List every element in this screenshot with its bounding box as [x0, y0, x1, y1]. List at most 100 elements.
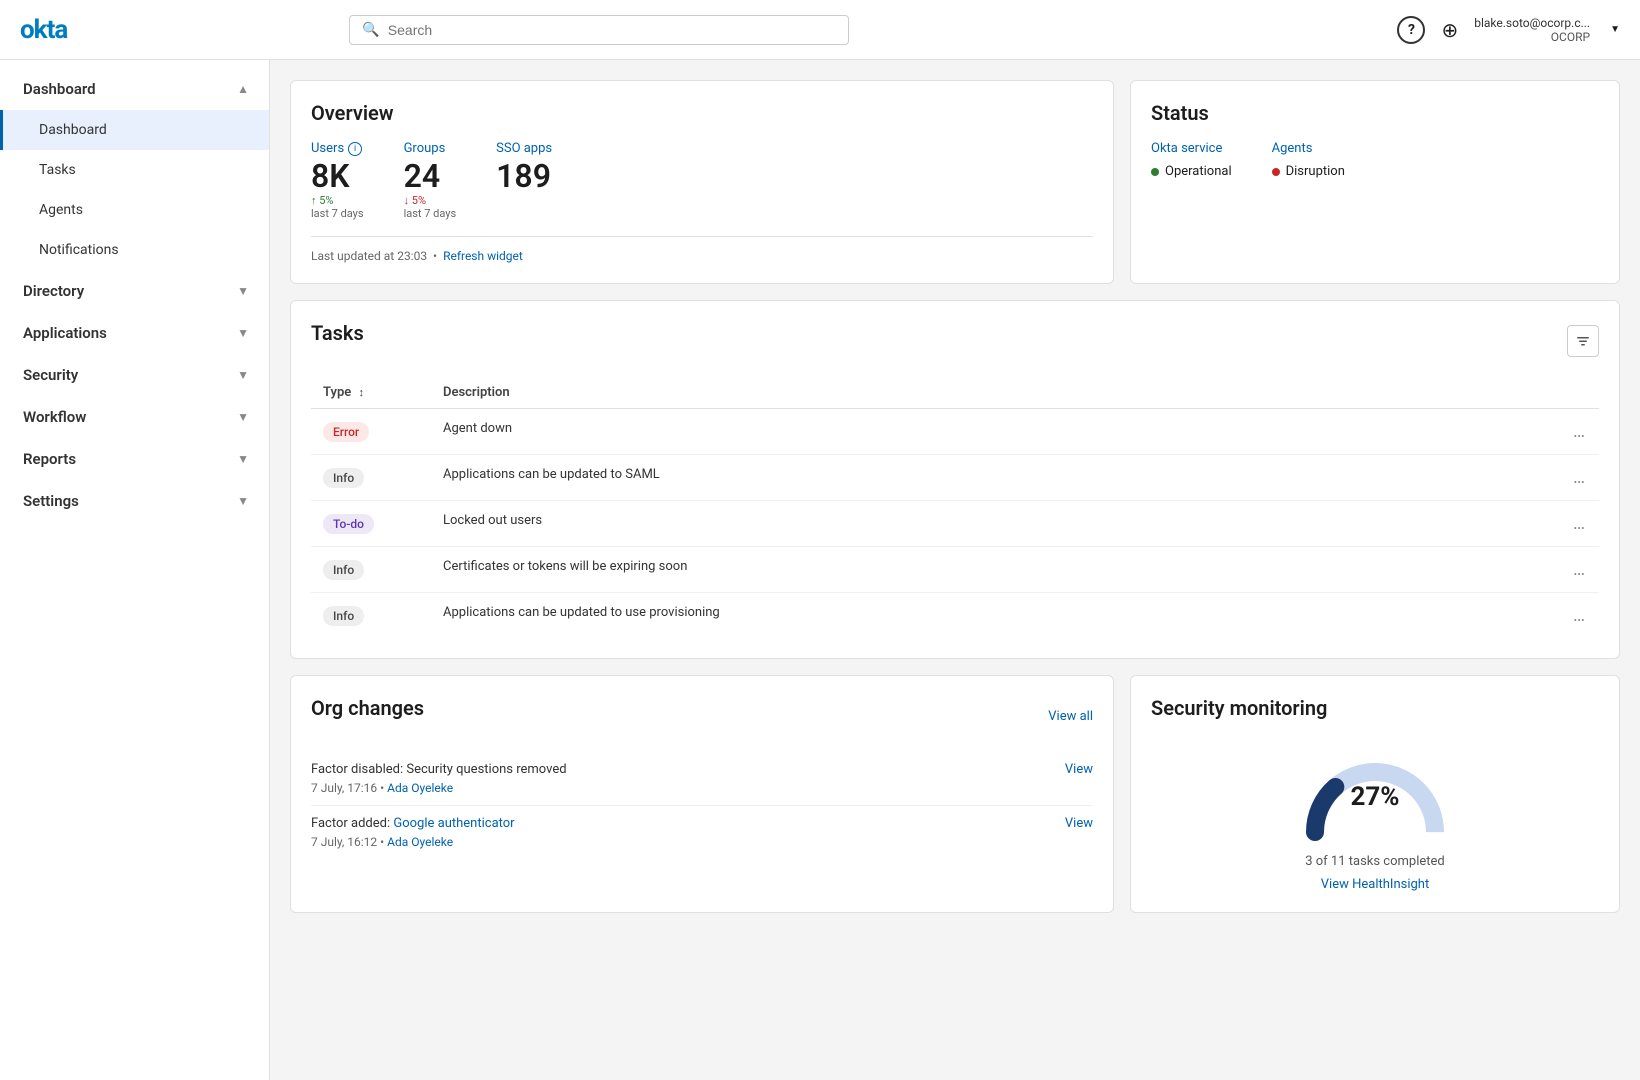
sidebar-item-reports[interactable]: Reports ▼: [0, 438, 269, 480]
task-description-cell: Certificates or tokens will be expiring …: [431, 547, 1599, 593]
donut-percentage: 27%: [1350, 782, 1399, 812]
logo: okta: [20, 15, 67, 45]
sidebar-settings-label: Settings: [23, 492, 79, 510]
view-healthinsight-link[interactable]: View HealthInsight: [1321, 877, 1429, 892]
users-stat: Users i 8K ↑ 5% last 7 days: [311, 141, 364, 220]
table-row: Info Certificates or tokens will be expi…: [311, 547, 1599, 593]
sidebar-item-agents[interactable]: Agents: [0, 190, 269, 230]
org-entry-meta: 7 July, 17:16 • Ada Oyeleke: [311, 781, 1093, 795]
agents-status-row: Disruption: [1272, 164, 1345, 179]
status-agents-col: Agents Disruption: [1272, 141, 1345, 179]
users-value: 8K: [311, 160, 364, 192]
bottom-row: Org changes View all Factor disabled: Se…: [290, 675, 1620, 913]
groups-label: Groups: [404, 141, 457, 156]
tasks-card: Tasks Type ↕ Description Error Agent dow…: [290, 300, 1620, 659]
sidebar-item-notifications[interactable]: Notifications: [0, 230, 269, 270]
security-monitoring-card: Security monitoring 27% 3 of 11 tasks co…: [1130, 675, 1620, 913]
nav-right: ? ⊕ blake.soto@ocorp.c... OCORP ▼: [1397, 16, 1620, 44]
sidebar: Dashboard ▲ Dashboard Tasks Agents Notif…: [0, 60, 270, 1080]
users-change: ↑ 5%: [311, 194, 364, 207]
topnav: okta 🔍 ? ⊕ blake.soto@ocorp.c... OCORP ▼: [0, 0, 1640, 60]
apps-icon[interactable]: ⊕: [1441, 18, 1458, 42]
sidebar-item-settings[interactable]: Settings ▼: [0, 480, 269, 522]
org-entry-author-link[interactable]: Ada Oyeleke: [387, 781, 453, 795]
table-row: Info Applications can be updated to SAML…: [311, 455, 1599, 501]
sidebar-tasks-label: Tasks: [39, 162, 76, 178]
security-sub-text: 3 of 11 tasks completed: [1305, 854, 1445, 869]
overview-title: Overview: [311, 101, 1093, 125]
task-type-cell: Info: [311, 593, 431, 639]
filter-button[interactable]: [1567, 325, 1599, 357]
org-entry-text: Factor added: Google authenticator: [311, 816, 515, 831]
logo-text: okta: [20, 15, 67, 45]
security-chart-area: 27% 3 of 11 tasks completed View HealthI…: [1151, 736, 1599, 892]
table-row: Info Applications can be updated to use …: [311, 593, 1599, 639]
task-ellipsis-button[interactable]: …: [1573, 467, 1587, 488]
overview-card: Overview Users i 8K ↑ 5% last 7 days Gro…: [290, 80, 1114, 284]
user-menu[interactable]: blake.soto@ocorp.c... OCORP: [1474, 16, 1590, 44]
users-link[interactable]: Users: [311, 141, 344, 156]
sidebar-item-directory[interactable]: Directory ▼: [0, 270, 269, 312]
sso-link[interactable]: SSO apps: [496, 141, 552, 156]
status-okta-col: Okta service Operational: [1151, 141, 1232, 179]
sidebar-item-workflow[interactable]: Workflow ▼: [0, 396, 269, 438]
task-ellipsis-button[interactable]: …: [1573, 559, 1587, 580]
org-entry-main: Factor added: Google authenticator View: [311, 816, 1093, 831]
sidebar-item-dashboard[interactable]: Dashboard: [0, 110, 269, 150]
sidebar-item-tasks[interactable]: Tasks: [0, 150, 269, 190]
org-entry-link[interactable]: Google authenticator: [393, 816, 514, 831]
org-entries: Factor disabled: Security questions remo…: [311, 752, 1093, 859]
org-header: Org changes View all: [311, 696, 1093, 736]
sso-label: SSO apps: [496, 141, 552, 156]
task-type-cell: Info: [311, 547, 431, 593]
reports-caret-icon: ▼: [237, 452, 249, 466]
sso-stat: SSO apps 189: [496, 141, 552, 192]
search-bar: 🔍: [349, 15, 849, 45]
tasks-header: Tasks: [311, 321, 1599, 361]
groups-link[interactable]: Groups: [404, 141, 446, 156]
search-icon: 🔍: [362, 22, 379, 38]
users-info-icon: i: [348, 142, 362, 156]
user-caret-icon: ▼: [1610, 24, 1620, 35]
sidebar-agents-label: Agents: [39, 202, 83, 218]
sidebar-notifications-label: Notifications: [39, 242, 119, 258]
task-type-cell: Info: [311, 455, 431, 501]
task-type-cell: To-do: [311, 501, 431, 547]
view-all-link[interactable]: View all: [1048, 709, 1093, 724]
sso-value: 189: [496, 160, 552, 192]
search-input[interactable]: [388, 22, 837, 38]
settings-caret-icon: ▼: [237, 494, 249, 508]
org-entry-view-link[interactable]: View: [1065, 816, 1093, 831]
directory-caret-icon: ▼: [237, 284, 249, 298]
users-label: Users i: [311, 141, 364, 156]
task-description-cell: Locked out users …: [431, 501, 1599, 547]
sort-icon: ↕: [359, 386, 365, 399]
agents-status-text: Disruption: [1286, 164, 1345, 179]
org-entry-view-link[interactable]: View: [1065, 762, 1093, 777]
security-caret-icon: ▼: [237, 368, 249, 382]
help-button[interactable]: ?: [1397, 16, 1425, 44]
agents-status-dot: [1272, 168, 1280, 176]
okta-status-row: Operational: [1151, 164, 1232, 179]
refresh-widget-link[interactable]: Refresh widget: [443, 249, 523, 263]
org-change-entry: Factor disabled: Security questions remo…: [311, 752, 1093, 806]
okta-status-dot: [1151, 168, 1159, 176]
applications-caret-icon: ▼: [237, 326, 249, 340]
task-ellipsis-button[interactable]: …: [1573, 605, 1587, 626]
users-sub: last 7 days: [311, 207, 364, 220]
status-cols: Okta service Operational Agents: [1151, 141, 1599, 179]
sidebar-item-security[interactable]: Security ▼: [0, 354, 269, 396]
layout: Dashboard ▲ Dashboard Tasks Agents Notif…: [0, 60, 1640, 1080]
task-ellipsis-button[interactable]: …: [1573, 421, 1587, 442]
status-card: Status Okta service Operational Agen: [1130, 80, 1620, 284]
task-type-badge: To-do: [323, 514, 374, 534]
sidebar-item-dashboard-group[interactable]: Dashboard ▲: [0, 68, 269, 110]
task-description-cell: Applications can be updated to SAML …: [431, 455, 1599, 501]
org-entry-author-link[interactable]: Ada Oyeleke: [387, 835, 453, 849]
sidebar-item-applications[interactable]: Applications ▼: [0, 312, 269, 354]
sidebar-workflow-label: Workflow: [23, 408, 86, 426]
task-type-badge: Info: [323, 606, 364, 626]
task-ellipsis-button[interactable]: …: [1573, 513, 1587, 534]
description-col-header: Description: [431, 377, 1599, 409]
task-description-cell: Agent down …: [431, 409, 1599, 455]
